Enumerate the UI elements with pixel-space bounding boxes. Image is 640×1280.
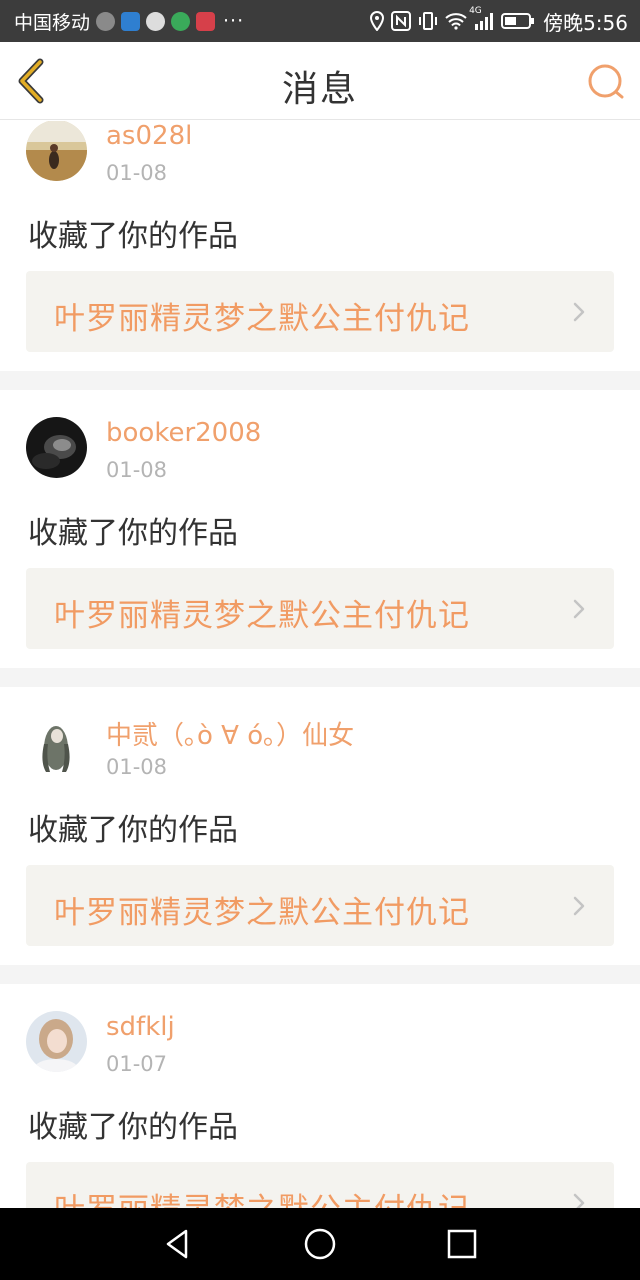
divider bbox=[0, 965, 640, 984]
username-link[interactable]: as028l bbox=[106, 121, 192, 151]
work-link[interactable]: 叶罗丽精灵梦之默公主付仇记 bbox=[26, 568, 614, 649]
nav-home-button[interactable] bbox=[302, 1226, 338, 1262]
username-link[interactable]: 中贰（｡ò ∀ ó｡）仙女 bbox=[106, 715, 354, 752]
action-text: 收藏了你的作品 bbox=[28, 516, 238, 551]
nav-back-button[interactable] bbox=[160, 1226, 196, 1262]
message-card: 中贰（｡ò ∀ ó｡）仙女 01-08 收藏了你的作品 叶罗丽精灵梦之默公主付仇… bbox=[0, 687, 640, 965]
system-nav-bar bbox=[0, 1208, 640, 1280]
message-date: 01-07 bbox=[106, 1052, 168, 1076]
work-link[interactable]: 叶罗丽精灵梦之默公主付仇记 bbox=[26, 865, 614, 946]
battery-icon bbox=[501, 12, 535, 30]
work-title: 叶罗丽精灵梦之默公主付仇记 bbox=[54, 301, 470, 337]
work-title: 叶罗丽精灵梦之默公主付仇记 bbox=[54, 1184, 470, 1208]
browser-icon bbox=[171, 11, 191, 31]
action-text: 收藏了你的作品 bbox=[28, 219, 238, 254]
nav-recents-button[interactable] bbox=[444, 1226, 480, 1262]
work-title: 叶罗丽精灵梦之默公主付仇记 bbox=[54, 895, 470, 931]
chevron-right-icon bbox=[573, 896, 585, 916]
status-bar: 中国移动 ··· 4G 傍晚5:56 bbox=[0, 0, 640, 42]
vibrate-icon bbox=[417, 11, 439, 31]
avatar[interactable] bbox=[26, 1011, 87, 1072]
podcast-icon bbox=[96, 11, 116, 31]
divider bbox=[0, 371, 640, 390]
chevron-right-icon bbox=[573, 302, 585, 322]
message-card: sdfklj 01-07 收藏了你的作品 叶罗丽精灵梦之默公主付仇记 bbox=[0, 984, 640, 1208]
divider bbox=[0, 668, 640, 687]
nfc-icon bbox=[391, 11, 412, 31]
signal-icon: 4G bbox=[469, 6, 495, 30]
triangle-back-icon bbox=[166, 1229, 188, 1259]
message-list[interactable]: as028l 01-08 收藏了你的作品 叶罗丽精灵梦之默公主付仇记 booke… bbox=[0, 121, 640, 1208]
network-type-label: 4G bbox=[469, 6, 482, 16]
page-title: 消息 bbox=[281, 69, 358, 110]
avatar[interactable] bbox=[26, 714, 87, 775]
message-date: 01-08 bbox=[106, 755, 168, 779]
avatar[interactable] bbox=[26, 121, 87, 181]
message-date: 01-08 bbox=[106, 458, 168, 482]
wifi-icon bbox=[445, 12, 467, 30]
action-text: 收藏了你的作品 bbox=[28, 1110, 238, 1145]
chat-bubble-icon bbox=[146, 11, 166, 31]
square-recents-icon bbox=[447, 1229, 477, 1259]
search-icon bbox=[588, 64, 624, 99]
work-link[interactable]: 叶罗丽精灵梦之默公主付仇记 bbox=[26, 1162, 614, 1208]
shield-app-icon bbox=[121, 11, 141, 31]
carrier-label: 中国移动 bbox=[14, 11, 91, 34]
app-header: 消息 bbox=[0, 42, 640, 120]
work-title: 叶罗丽精灵梦之默公主付仇记 bbox=[54, 598, 470, 634]
message-date: 01-08 bbox=[106, 161, 168, 185]
message-card: booker2008 01-08 收藏了你的作品 叶罗丽精灵梦之默公主付仇记 bbox=[0, 390, 640, 668]
action-text: 收藏了你的作品 bbox=[28, 813, 238, 848]
avatar[interactable] bbox=[26, 417, 87, 478]
message-card: as028l 01-08 收藏了你的作品 叶罗丽精灵梦之默公主付仇记 bbox=[0, 121, 640, 371]
work-link[interactable]: 叶罗丽精灵梦之默公主付仇记 bbox=[26, 271, 614, 352]
chevron-right-icon bbox=[573, 1193, 585, 1208]
username-link[interactable]: booker2008 bbox=[106, 418, 261, 448]
chevron-right-icon bbox=[573, 599, 585, 619]
clock: 傍晚5:56 bbox=[543, 10, 628, 35]
location-icon bbox=[369, 11, 385, 31]
circle-home-icon bbox=[304, 1228, 336, 1260]
book-app-icon bbox=[196, 11, 216, 31]
username-link[interactable]: sdfklj bbox=[106, 1012, 175, 1042]
search-button[interactable] bbox=[586, 62, 626, 102]
more-notifications: ··· bbox=[223, 10, 245, 32]
